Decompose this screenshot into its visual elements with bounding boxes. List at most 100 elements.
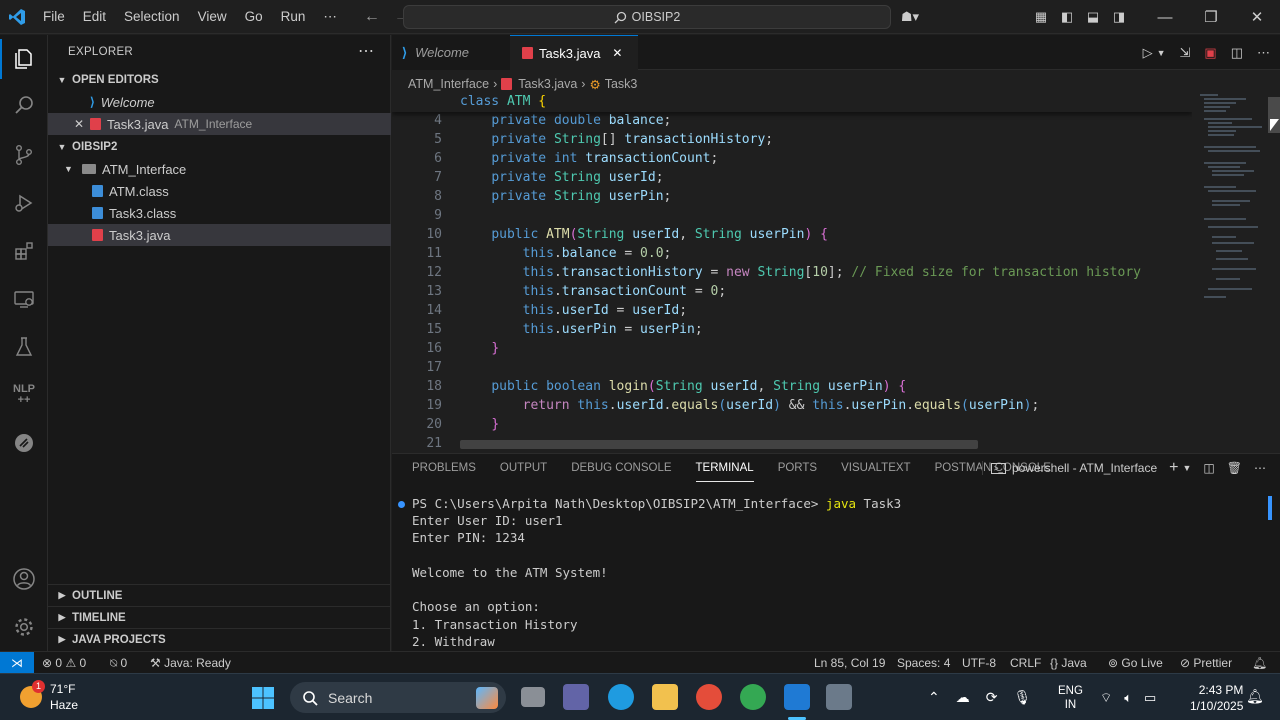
encoding[interactable]: UTF-8 bbox=[962, 652, 996, 674]
file-task3-java[interactable]: Task3.java bbox=[48, 224, 391, 246]
search-icon[interactable] bbox=[0, 85, 48, 125]
taskbar-search[interactable]: Search bbox=[290, 682, 506, 713]
indentation[interactable]: Spaces: 4 bbox=[897, 652, 950, 674]
close-window-icon[interactable]: ✕ bbox=[1234, 8, 1280, 26]
new-terminal-icon[interactable]: + bbox=[1169, 459, 1178, 477]
breadcrumb-folder[interactable]: ATM_Interface bbox=[408, 77, 489, 91]
more-actions-icon[interactable]: ⋯ bbox=[1257, 45, 1270, 61]
trash-icon[interactable]: 🗑 bbox=[1227, 461, 1242, 475]
menu-view[interactable]: View bbox=[189, 0, 236, 34]
java-status[interactable]: ⚒ Java: Ready bbox=[150, 652, 231, 674]
extension-hexagon-icon[interactable] bbox=[0, 423, 48, 463]
chrome-profile-icon[interactable] bbox=[740, 684, 766, 710]
split-editor-icon[interactable]: ◫ bbox=[1231, 45, 1243, 61]
weather-widget[interactable]: 1 71°F Haze bbox=[18, 680, 98, 716]
terminal-scrollbar[interactable] bbox=[1268, 496, 1272, 520]
go-live-button[interactable]: ⊚ Go Live bbox=[1108, 652, 1163, 674]
line-ending[interactable]: CRLF bbox=[1010, 652, 1041, 674]
explorer-icon[interactable] bbox=[0, 39, 48, 79]
code-editor[interactable]: 3 4 5 6 7 8 9 10 11 12 13 14 15 16 17 18… bbox=[392, 93, 1192, 447]
notifications-bell-icon[interactable]: 🔔︎ bbox=[1252, 652, 1267, 674]
cursor-position[interactable]: Ln 85, Col 19 bbox=[814, 652, 885, 674]
java-projects-section[interactable]: ▶ JAVA PROJECTS bbox=[48, 628, 391, 650]
toggle-secondary-sidebar-icon[interactable]: ◨ bbox=[1106, 9, 1132, 25]
clock[interactable]: 2:43 PM 1/10/2025 bbox=[1190, 682, 1243, 714]
outline-section[interactable]: ▶ OUTLINE bbox=[48, 584, 391, 606]
chevron-up-icon[interactable]: ⌃ bbox=[928, 689, 940, 706]
tab-welcome[interactable]: ⟩ Welcome bbox=[392, 35, 510, 70]
ports-status[interactable]: ⍉ 0 bbox=[110, 652, 127, 674]
remote-explorer-icon[interactable] bbox=[0, 279, 48, 319]
run-debug-icon[interactable] bbox=[0, 183, 48, 223]
chevron-down-icon[interactable]: ▼ bbox=[1183, 463, 1192, 473]
toggle-panel-icon[interactable]: ⬓ bbox=[1080, 9, 1106, 25]
language-mode[interactable]: {} Java bbox=[1050, 652, 1087, 674]
restore-icon[interactable]: ❐ bbox=[1188, 8, 1234, 26]
open-editor-task3[interactable]: ✕ Task3.java ATM_Interface bbox=[48, 113, 391, 135]
file-explorer-icon[interactable] bbox=[652, 684, 678, 710]
extension-action-icon[interactable]: ▣ bbox=[1204, 45, 1216, 61]
minimize-icon[interactable]: — bbox=[1142, 9, 1188, 26]
vscode-taskbar-icon[interactable] bbox=[784, 684, 810, 710]
close-tab-icon[interactable]: ✕ bbox=[612, 46, 622, 60]
more-actions-icon[interactable]: ⋯ bbox=[1254, 461, 1266, 475]
settings-gear-icon[interactable] bbox=[0, 607, 48, 647]
wifi-icon[interactable]: ⌔ bbox=[1100, 690, 1112, 706]
windows-start-icon[interactable] bbox=[251, 686, 275, 710]
prettier-status[interactable]: ⊘ Prettier bbox=[1180, 652, 1232, 674]
folder-atm-interface[interactable]: ▼ ATM_Interface bbox=[48, 158, 391, 180]
more-actions-icon[interactable]: ⋯ bbox=[358, 41, 374, 61]
onedrive-icon[interactable]: ☁ bbox=[956, 689, 970, 706]
tab-debug-console[interactable]: DEBUG CONSOLE bbox=[571, 454, 671, 482]
minimap[interactable] bbox=[1196, 91, 1266, 301]
breadcrumb-file[interactable]: Task3.java bbox=[518, 77, 577, 91]
breadcrumb-class[interactable]: Task3 bbox=[605, 77, 638, 91]
menu-more[interactable]: ⋯ bbox=[314, 0, 346, 34]
toggle-sidebar-icon[interactable]: ◧ bbox=[1054, 9, 1080, 25]
timeline-section[interactable]: ▶ TIMELINE bbox=[48, 606, 391, 628]
battery-icon[interactable]: ▭ bbox=[1144, 690, 1156, 706]
snipping-tool-icon[interactable] bbox=[826, 684, 852, 710]
tab-task3-java[interactable]: Task3.java ✕ bbox=[510, 35, 638, 70]
tab-visualtext[interactable]: VISUALTEXT bbox=[841, 454, 910, 482]
split-terminal-icon[interactable]: ◫ bbox=[1203, 461, 1214, 475]
menu-run[interactable]: Run bbox=[272, 0, 315, 34]
problems-status[interactable]: ⊗ 0 ⚠ 0 bbox=[42, 652, 86, 674]
sync-icon[interactable]: ⟳ bbox=[986, 689, 998, 706]
notification-center-icon[interactable]: 🔔︎ bbox=[1246, 688, 1264, 705]
remote-indicator-icon[interactable]: ⋊ bbox=[0, 652, 34, 674]
language-indicator[interactable]: ENG IN bbox=[1058, 684, 1083, 712]
layout-customize-icon[interactable]: ▦ bbox=[1028, 9, 1054, 25]
teams-icon[interactable] bbox=[563, 684, 589, 710]
open-editor-welcome[interactable]: ⟩ Welcome bbox=[48, 91, 391, 113]
horizontal-scrollbar[interactable] bbox=[460, 440, 978, 449]
menu-file[interactable]: File bbox=[34, 0, 74, 34]
tab-terminal[interactable]: TERMINAL bbox=[695, 454, 754, 482]
tab-output[interactable]: OUTPUT bbox=[500, 454, 547, 482]
file-task3-class[interactable]: Task3.class bbox=[48, 202, 391, 224]
chevron-down-icon[interactable]: ▼ bbox=[1157, 48, 1166, 58]
open-editors-section[interactable]: ▼ OPEN EDITORS bbox=[48, 69, 391, 91]
menu-edit[interactable]: Edit bbox=[74, 0, 115, 34]
source-control-icon[interactable] bbox=[0, 135, 48, 175]
extensions-icon[interactable] bbox=[0, 231, 48, 271]
terminal-shell-selector[interactable]: >_ powershell - ATM_Interface bbox=[981, 461, 1157, 475]
tab-problems[interactable]: PROBLEMS bbox=[412, 454, 476, 482]
tab-ports[interactable]: PORTS bbox=[778, 454, 817, 482]
menu-selection[interactable]: Selection bbox=[115, 0, 189, 34]
command-center-search[interactable]: OIBSIP2 bbox=[403, 5, 891, 29]
microphone-icon[interactable]: 🎙︎ bbox=[1013, 689, 1031, 706]
open-changes-icon[interactable]: ⇲ bbox=[1180, 45, 1191, 61]
back-arrow-icon[interactable]: ← bbox=[364, 8, 380, 26]
file-atm-class[interactable]: ATM.class bbox=[48, 180, 391, 202]
edge-icon[interactable] bbox=[608, 684, 634, 710]
nlp-plus-plus-icon[interactable]: NLP ++ bbox=[0, 375, 48, 415]
chrome-icon[interactable] bbox=[696, 684, 722, 710]
menu-go[interactable]: Go bbox=[236, 0, 272, 34]
copilot-icon[interactable]: ☗▾ bbox=[892, 9, 928, 25]
accounts-icon[interactable] bbox=[0, 559, 48, 599]
testing-icon[interactable] bbox=[0, 327, 48, 367]
volume-icon[interactable]: 🔈︎ bbox=[1124, 690, 1132, 706]
close-editor-icon[interactable]: ✕ bbox=[74, 117, 90, 131]
task-view-icon[interactable] bbox=[521, 687, 545, 707]
